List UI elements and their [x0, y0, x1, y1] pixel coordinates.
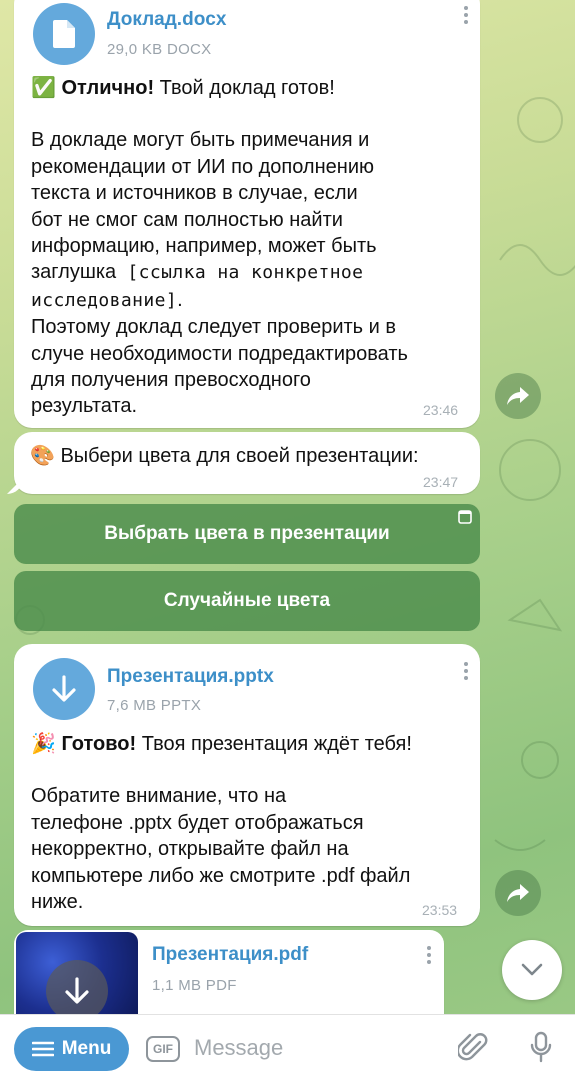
- file-download-button[interactable]: [33, 3, 95, 65]
- message-time: 23:53: [422, 902, 458, 918]
- bold-heading: Отлично!: [61, 77, 155, 99]
- gif-button[interactable]: GIF: [146, 1036, 180, 1062]
- message-text: 🎨 Выбери цвета для своей презентации:: [30, 443, 470, 469]
- choose-colors-button[interactable]: Выбрать цвета в презентации: [14, 504, 480, 564]
- text-line: телефоне .pptx будет отображаться: [31, 811, 364, 834]
- file-name[interactable]: Презентация.pptx: [107, 666, 274, 688]
- text-line: рекомендации от ИИ по дополнению: [31, 155, 374, 178]
- more-options-icon[interactable]: [427, 946, 433, 964]
- message-text: ✅ Отлично! Твой доклад готов! В докладе …: [31, 75, 471, 420]
- text-fragment: заглушка: [31, 261, 117, 284]
- forward-icon: [507, 387, 529, 405]
- microphone-icon[interactable]: [530, 1031, 552, 1063]
- chevron-down-icon: [521, 963, 543, 976]
- random-colors-button[interactable]: Случайные цвета: [14, 571, 480, 631]
- message-input[interactable]: Message: [194, 1035, 283, 1061]
- forward-button[interactable]: [495, 373, 541, 419]
- file-size: 29,0 KB DOCX: [107, 41, 212, 58]
- text-line: текста и источников в случае, если: [31, 182, 358, 205]
- file-name[interactable]: Доклад.docx: [107, 9, 226, 31]
- code-fragment: исследование]: [31, 289, 178, 311]
- text-line: бот не смог сам полностью найти: [31, 208, 343, 231]
- scroll-down-button[interactable]: [502, 940, 562, 1000]
- download-arrow-icon: [52, 675, 76, 702]
- bot-menu-button[interactable]: Menu: [14, 1027, 129, 1071]
- web-app-icon: [458, 510, 472, 524]
- message-colors-prompt: 🎨 Выбери цвета для своей презентации: 23…: [14, 432, 480, 494]
- party-emoji: 🎉: [31, 733, 56, 755]
- check-emoji: ✅: [31, 77, 56, 99]
- forward-icon: [507, 884, 529, 902]
- message-input-bar: Menu GIF Message: [0, 1014, 575, 1076]
- file-name[interactable]: Презентация.pdf: [152, 944, 308, 966]
- more-options-icon[interactable]: [464, 6, 470, 24]
- document-icon: [53, 20, 75, 48]
- message-time: 23:46: [423, 402, 459, 418]
- code-fragment: [ссылка на конкретное: [116, 262, 364, 284]
- text-line: Поэтому доклад следует проверить и в: [31, 316, 396, 339]
- text-line: Обратите внимание, что на: [31, 785, 287, 808]
- attach-icon[interactable]: [458, 1032, 488, 1064]
- text-line: для получения превосходного: [31, 369, 311, 392]
- forward-button[interactable]: [495, 870, 541, 916]
- message-text: 🎉 Готово! Твоя презентация ждёт тебя! Об…: [31, 731, 471, 915]
- button-label: Выбрать цвета в презентации: [104, 523, 390, 544]
- message-time: 23:47: [423, 474, 459, 490]
- message-pptx: Презентация.pptx 7,6 MB PPTX 🎉 Готово! Т…: [14, 644, 480, 926]
- download-arrow-icon: [65, 977, 89, 1004]
- text-line: случе необходимости подредактировать: [31, 342, 408, 365]
- text-line: компьютере либо же смотрите .pdf файл: [31, 864, 411, 887]
- menu-label: Menu: [61, 1038, 112, 1059]
- file-size: 1,1 MB PDF: [152, 977, 237, 994]
- palette-emoji: 🎨: [30, 445, 55, 467]
- message-docx: Доклад.docx 29,0 KB DOCX ✅ Отлично! Твой…: [14, 0, 480, 428]
- file-size: 7,6 MB PPTX: [107, 697, 202, 714]
- menu-icon: [31, 1041, 54, 1057]
- text-line: некорректно, открывайте файл на: [31, 838, 349, 861]
- text-line: В докладе могут быть примечания и: [31, 129, 370, 152]
- file-download-button[interactable]: [33, 658, 95, 720]
- text-line: результата.: [31, 395, 138, 418]
- thumbnail-download-button[interactable]: [46, 960, 108, 1022]
- more-options-icon[interactable]: [464, 662, 470, 680]
- button-label: Случайные цвета: [163, 590, 331, 611]
- prompt-text: Выбери цвета для своей презентации:: [60, 445, 419, 467]
- text-line: ниже.: [31, 891, 84, 914]
- text-line: информацию, например, может быть: [31, 235, 377, 258]
- bold-heading: Готово!: [61, 733, 137, 755]
